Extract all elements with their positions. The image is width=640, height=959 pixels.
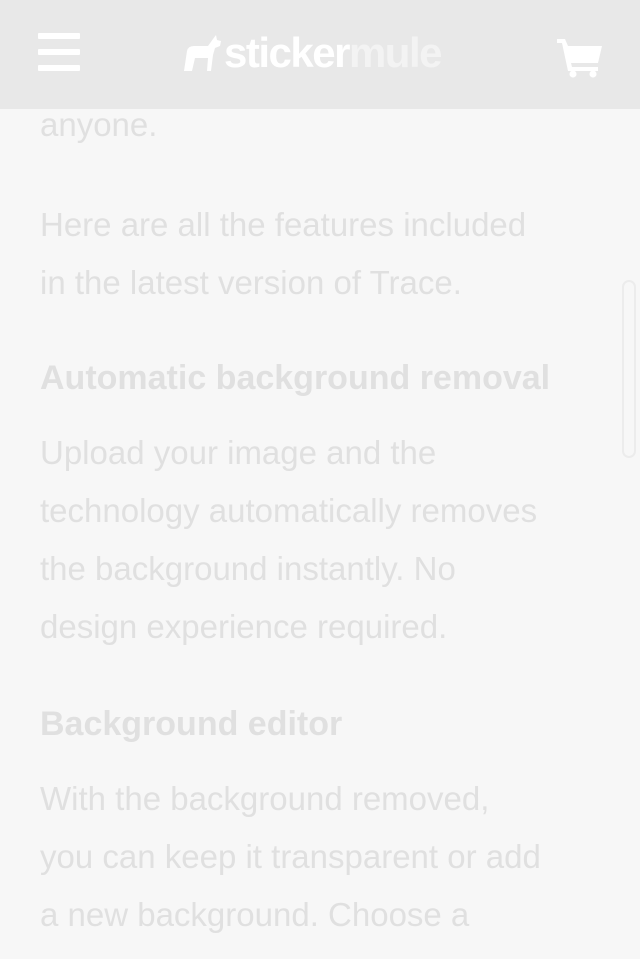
features-intro-line-1: Here are all the features included — [40, 206, 527, 243]
logo-word-mule: mule — [348, 29, 443, 76]
page: anyone. Here are all the features includ… — [0, 0, 640, 959]
hamburger-menu-icon[interactable] — [38, 33, 82, 73]
shopping-cart-icon[interactable] — [556, 36, 604, 78]
section-body-line: technology automatically removes — [40, 492, 538, 529]
scrollbar-thumb[interactable] — [622, 280, 636, 458]
section-body-line: a new background. Choose a — [40, 896, 470, 933]
mule-logo-icon — [184, 35, 221, 71]
section-body-line: the background instantly. No — [40, 550, 456, 587]
section-body-line: you can keep it transparent or add — [40, 838, 541, 875]
top-nav-bar: stickermule — [0, 0, 640, 109]
logo-word-sticker: sticker — [224, 29, 350, 76]
features-intro-line-2: in the latest version of Trace. — [40, 264, 462, 301]
section-body-line: With the background removed, — [40, 780, 490, 817]
section-heading-auto-removal: Automatic background removal — [40, 359, 551, 397]
logo-wordmark: stickermule — [224, 29, 443, 76]
section-body-line: design experience required. — [40, 608, 448, 645]
stickermule-logo[interactable]: stickermule — [180, 28, 443, 78]
section-body-line: Upload your image and the — [40, 434, 437, 471]
section-heading-background-editor: Background editor — [40, 705, 343, 743]
